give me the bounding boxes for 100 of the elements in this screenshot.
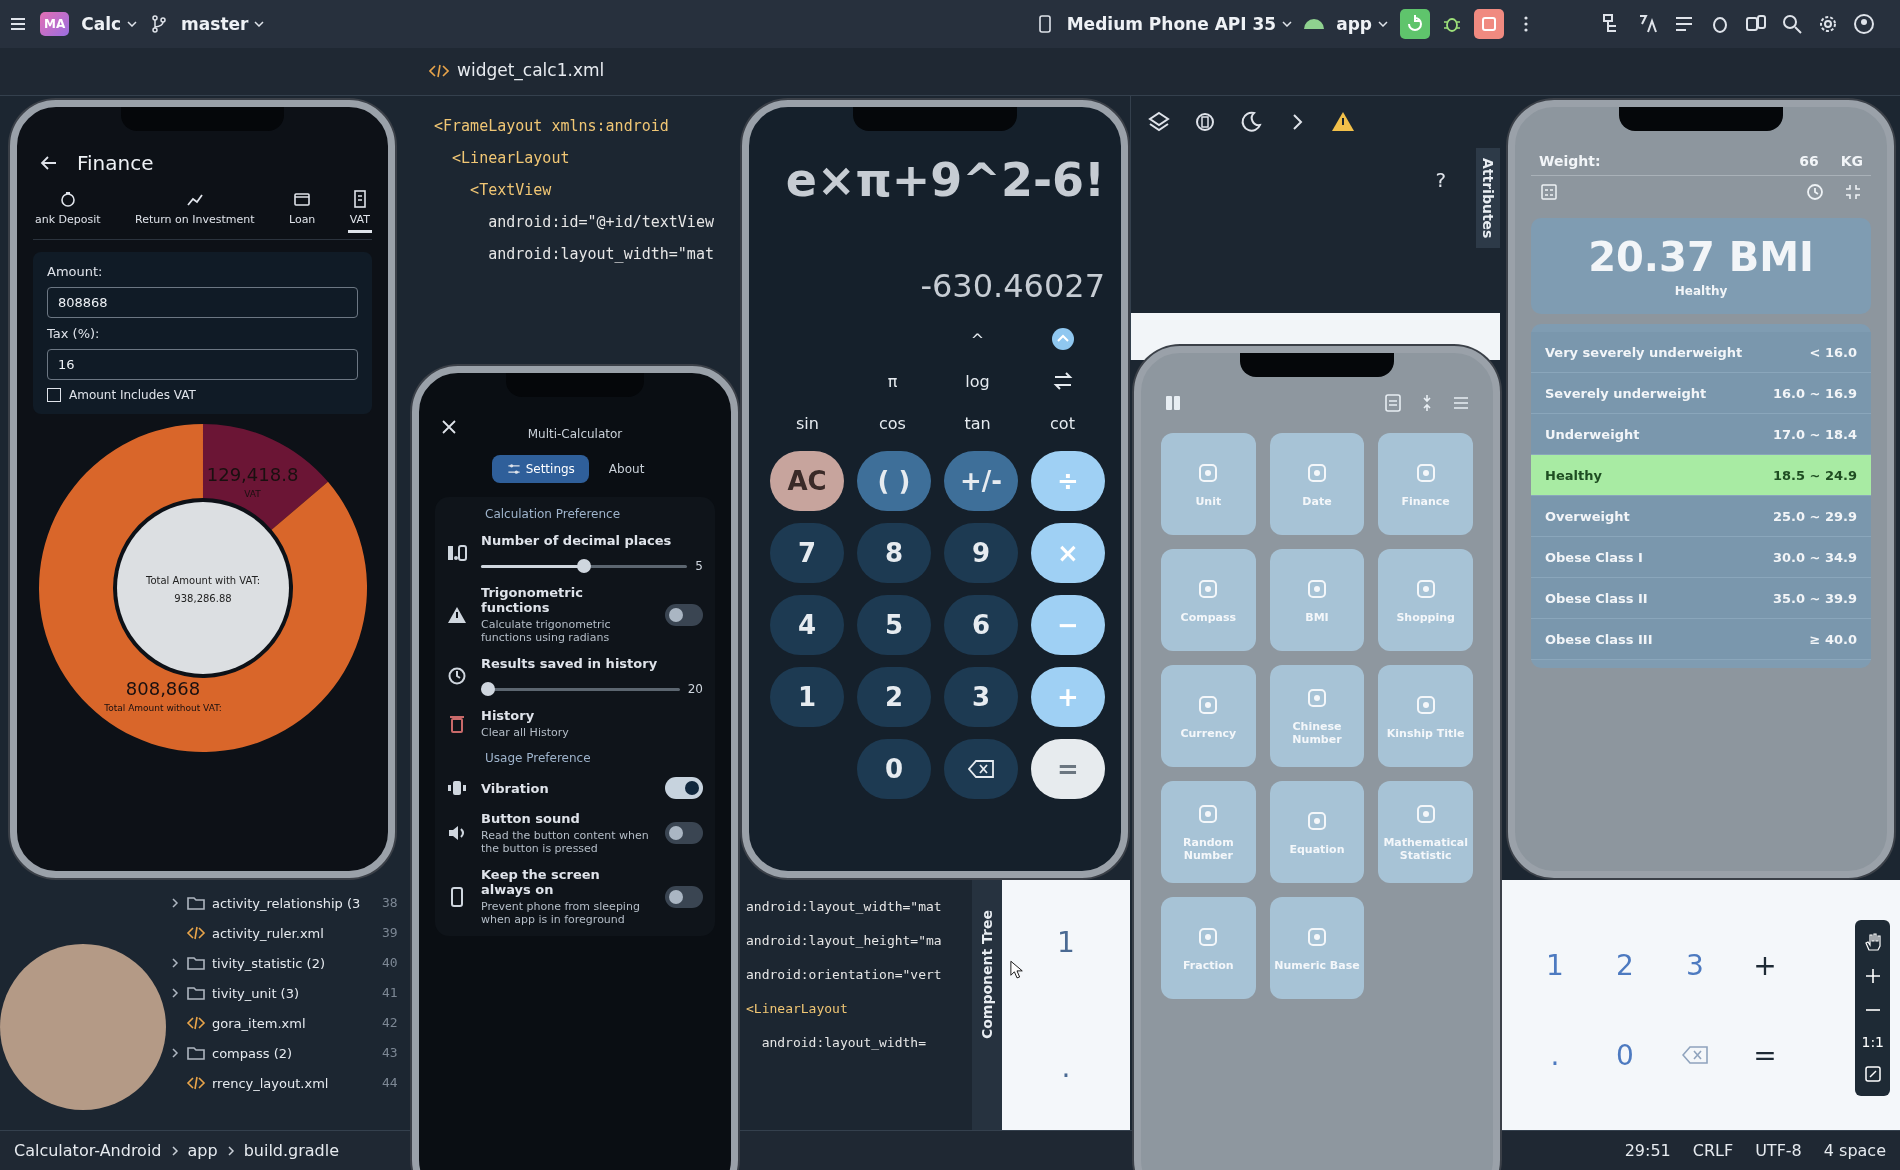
- calculator-key[interactable]: =: [1031, 739, 1105, 799]
- keypad-key[interactable]: =: [1753, 1038, 1777, 1072]
- tree-item[interactable]: rrency_layout.xml: [212, 1075, 329, 1091]
- breadcrumb[interactable]: Calculator-Android: [14, 1141, 162, 1160]
- bmi-range-row[interactable]: Healthy 18.5 ~ 24.9: [1531, 455, 1871, 496]
- segment-tab[interactable]: About: [594, 455, 659, 483]
- tree-item[interactable]: activity_relationship (3: [212, 895, 361, 911]
- component-tree-tab[interactable]: Component Tree: [972, 880, 1002, 1130]
- calculator-key[interactable]: 0: [857, 739, 931, 799]
- branch-selector[interactable]: master: [181, 14, 265, 34]
- segment-tab[interactable]: Settings: [491, 455, 589, 483]
- category-tab[interactable]: ank Deposit: [33, 185, 103, 233]
- function-key[interactable]: tan: [935, 405, 1020, 441]
- project-selector[interactable]: Calc: [81, 14, 138, 34]
- run-config-selector[interactable]: app: [1336, 14, 1388, 34]
- weight-value: 66: [1799, 153, 1819, 169]
- category-tab[interactable]: VAT: [347, 185, 372, 233]
- calculator-key[interactable]: 6: [944, 595, 1018, 655]
- rerun-icon[interactable]: [1400, 9, 1430, 39]
- layers-icon[interactable]: [1147, 110, 1171, 134]
- tree-item[interactable]: activity_ruler.xml: [212, 925, 324, 941]
- chevron-right-icon[interactable]: [170, 958, 180, 968]
- toggle-switch[interactable]: [665, 822, 703, 844]
- backspace-key[interactable]: [944, 739, 1018, 799]
- calculator-key[interactable]: ( ): [857, 451, 931, 511]
- range-name: Underweight: [1545, 426, 1640, 442]
- tree-item[interactable]: tivity_unit (3): [212, 985, 300, 1001]
- profile-icon[interactable]: [1852, 12, 1876, 36]
- calculator-key[interactable]: 8: [857, 523, 931, 583]
- calculator-key[interactable]: 9: [944, 523, 1018, 583]
- range-value: 17.0 ~ 18.4: [1772, 426, 1857, 442]
- device-selector[interactable]: Medium Phone API 35: [1066, 14, 1293, 34]
- code-line: <LinearLayout: [746, 1000, 848, 1018]
- toggle-switch[interactable]: [665, 603, 703, 626]
- tree-item[interactable]: compass (2): [212, 1045, 293, 1061]
- fit-screen-icon[interactable]: [1862, 1064, 1883, 1084]
- center-label: Total Amount with VAT:: [145, 575, 260, 586]
- stop-icon[interactable]: [1474, 9, 1504, 39]
- keypad-key[interactable]: 2: [1616, 948, 1634, 982]
- keypad-key[interactable]: +: [1753, 948, 1777, 982]
- keypad-key[interactable]: 3: [1686, 948, 1704, 982]
- slider-track[interactable]: [481, 559, 688, 573]
- grid-icon[interactable]: [1163, 393, 1183, 413]
- chevron-right-icon[interactable]: [170, 1048, 180, 1058]
- amount-field[interactable]: 808868: [47, 287, 358, 318]
- editor-tab[interactable]: widget_calc1.xml: [415, 50, 619, 93]
- keypad-key[interactable]: 0: [1616, 1038, 1634, 1072]
- status-item[interactable]: CRLF: [1692, 1141, 1734, 1160]
- setting-title: Number of decimal places: [481, 533, 673, 548]
- function-key[interactable]: cot: [1020, 405, 1105, 441]
- function-key[interactable]: sin: [765, 405, 850, 441]
- calculator-key[interactable]: 3: [944, 667, 1018, 727]
- calculator-key[interactable]: AC: [770, 451, 844, 511]
- slider-thumb[interactable]: [481, 682, 495, 696]
- function-key[interactable]: ^: [935, 321, 1020, 357]
- android-icon: [1304, 19, 1325, 29]
- function-key[interactable]: cos: [850, 405, 935, 441]
- calculator-key[interactable]: 7: [770, 523, 844, 583]
- section-heading: Calculation Preference: [484, 507, 622, 521]
- toggle-switch[interactable]: [665, 885, 703, 908]
- tax-field[interactable]: 16: [47, 349, 358, 380]
- calculator-key[interactable]: 1: [770, 667, 844, 727]
- checkbox[interactable]: [47, 388, 61, 402]
- field-label: Tax (%):: [47, 326, 101, 341]
- attributes-tab[interactable]: Attributes: [1476, 148, 1500, 249]
- toggle-switch[interactable]: [665, 777, 703, 799]
- breadcrumb[interactable]: build.gradle: [243, 1141, 340, 1160]
- slider-thumb[interactable]: [577, 559, 592, 573]
- category-tab[interactable]: Return on Investment: [133, 185, 257, 233]
- calculator-key[interactable]: 4: [770, 595, 844, 655]
- history-icon[interactable]: [1805, 182, 1825, 202]
- function-key[interactable]: π: [850, 363, 935, 399]
- breadcrumb[interactable]: app: [187, 1141, 218, 1160]
- trash-icon: [447, 713, 467, 734]
- status-item[interactable]: 29:51: [1624, 1141, 1671, 1160]
- actual-size-button[interactable]: 1:1: [1861, 1034, 1884, 1050]
- keypad-key[interactable]: .: [1550, 1038, 1560, 1072]
- search-icon[interactable]: [1780, 12, 1804, 36]
- history-icon: [447, 666, 467, 686]
- tree-item[interactable]: gora_item.xml: [212, 1015, 306, 1031]
- slider-track[interactable]: [481, 682, 680, 696]
- status-item[interactable]: 4 space: [1823, 1141, 1886, 1160]
- category-tab[interactable]: Loan: [286, 185, 318, 233]
- function-key[interactable]: log: [935, 363, 1020, 399]
- tree-item[interactable]: tivity_statistic (2): [212, 955, 326, 971]
- range-name: Obese Class III: [1545, 631, 1653, 647]
- chevron-right-icon[interactable]: [170, 988, 180, 998]
- warning-icon[interactable]: [1331, 110, 1355, 134]
- backspace-icon: [968, 760, 994, 778]
- rotate-icon[interactable]: [1193, 110, 1217, 134]
- calculator-key[interactable]: 2: [857, 667, 931, 727]
- calculator-key[interactable]: +/-: [944, 451, 1018, 511]
- night-mode-icon[interactable]: [1239, 110, 1263, 134]
- expression-display: e×π+9^2-6!: [784, 153, 1105, 207]
- keypad-key[interactable]: 1: [1546, 948, 1564, 982]
- chevron-right-icon[interactable]: [170, 898, 180, 908]
- collapse-button[interactable]: [1050, 327, 1075, 351]
- calculator-key[interactable]: 5: [857, 595, 931, 655]
- help-button[interactable]: ?: [1435, 168, 1446, 192]
- status-item[interactable]: UTF-8: [1755, 1141, 1802, 1160]
